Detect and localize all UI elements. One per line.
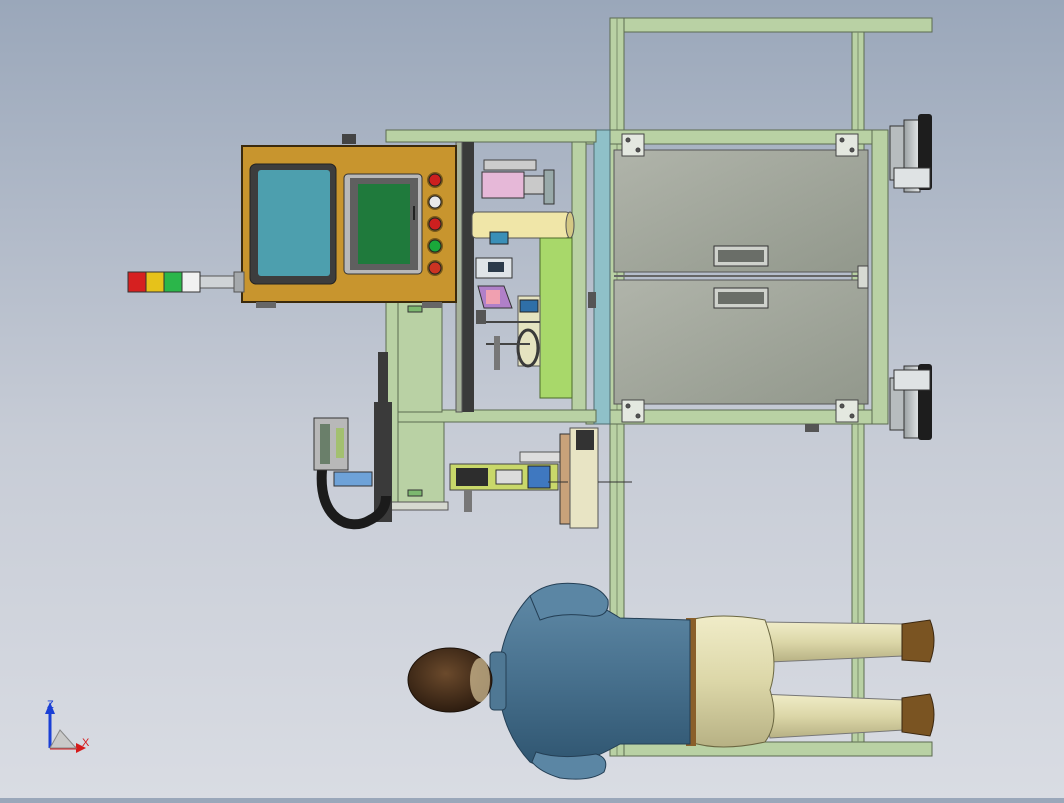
leg-lower <box>759 693 913 739</box>
tower-light-segment-1 <box>127 271 147 293</box>
cad-viewport[interactable]: Z X <box>0 0 1064 798</box>
caster-wheel-bottom <box>889 364 932 440</box>
green-plate <box>539 237 573 399</box>
tower-light-segment-3 <box>163 271 183 293</box>
control-button-4[interactable] <box>428 239 442 253</box>
yellow-cylinder <box>471 211 571 239</box>
tower-light <box>127 271 245 293</box>
control-button-3[interactable] <box>428 217 442 231</box>
axis-z-label: Z <box>47 699 54 711</box>
drawer-handle-upper[interactable] <box>713 245 769 267</box>
hmi-screen-large[interactable] <box>258 170 330 276</box>
caster-wheel-top <box>889 114 932 193</box>
torso <box>497 590 691 768</box>
frame-top-rail <box>609 17 933 33</box>
leg-upper <box>759 621 913 663</box>
tower-light-segment-2 <box>145 271 165 293</box>
shoe-lower <box>901 693 935 737</box>
pink-block <box>481 171 525 199</box>
control-button-2[interactable] <box>428 195 442 209</box>
machine-drawing: Z X <box>45 17 935 780</box>
control-box <box>241 134 457 308</box>
axis-x-label: X <box>82 737 90 749</box>
control-button-1[interactable] <box>428 173 442 187</box>
axis-triad: Z X <box>45 699 90 753</box>
cabinet-left-post <box>593 129 611 425</box>
hips <box>689 615 775 748</box>
control-button-5[interactable] <box>428 261 442 275</box>
arm-lower <box>531 751 607 780</box>
cabinet <box>585 129 889 425</box>
gear-plate <box>559 433 571 525</box>
hmi-screen-small[interactable] <box>358 184 410 264</box>
tower-light-segment-4 <box>181 271 201 293</box>
drawer-handle-lower[interactable] <box>713 287 769 309</box>
cabinet-right-post <box>871 129 889 425</box>
arm-upper <box>529 582 609 621</box>
shoe-upper <box>901 619 935 663</box>
